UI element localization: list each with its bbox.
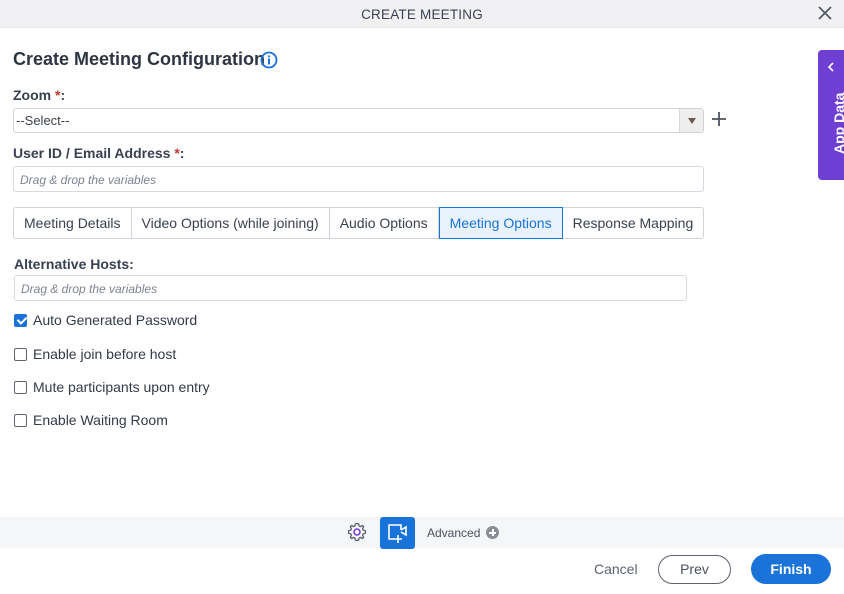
alternative-hosts-label: Alternative Hosts: — [14, 256, 134, 272]
video-add-icon — [388, 524, 407, 543]
checkbox-checked-icon[interactable] — [14, 313, 27, 327]
checkbox-unchecked-icon[interactable] — [14, 413, 27, 427]
plus-circle-icon[interactable] — [486, 526, 499, 539]
chevron-left-icon — [827, 62, 834, 72]
tab-meeting-details[interactable]: Meeting Details — [14, 208, 132, 238]
advanced-link[interactable]: Advanced — [427, 526, 480, 540]
enable-join-before-host-checkbox[interactable]: Enable join before host — [14, 346, 176, 362]
dropdown-arrow-icon[interactable] — [679, 109, 703, 132]
label-suffix: : — [179, 145, 185, 161]
zoom-label-text: Zoom — [13, 87, 52, 103]
user-id-label-text: User ID / Email Address — [13, 145, 171, 161]
dialog-title: CREATE MEETING — [361, 7, 483, 22]
tab-meeting-options[interactable]: Meeting Options — [438, 207, 563, 239]
enable-waiting-room-checkbox[interactable]: Enable Waiting Room — [14, 412, 168, 428]
label-suffix: : — [60, 87, 66, 103]
checkbox-label: Enable join before host — [33, 346, 177, 362]
zoom-select[interactable]: --Select-- — [13, 108, 704, 133]
auto-generated-password-checkbox[interactable]: Auto Generated Password — [14, 312, 197, 328]
app-data-label: App Data — [831, 92, 844, 154]
app-data-panel-toggle[interactable]: App Data — [818, 50, 844, 180]
tab-video-options[interactable]: Video Options (while joining) — [132, 208, 330, 238]
alternative-hosts-input[interactable]: Drag & drop the variables — [14, 275, 687, 301]
tab-bar: Meeting Details Video Options (while joi… — [13, 207, 705, 239]
page-title: Create Meeting Configuration — [13, 49, 266, 69]
zoom-label: Zoom *: — [13, 87, 65, 103]
zoom-select-value: --Select-- — [16, 113, 70, 128]
user-id-placeholder: Drag & drop the variables — [20, 173, 157, 187]
info-icon[interactable] — [260, 51, 278, 69]
mute-participants-checkbox[interactable]: Mute participants upon entry — [14, 379, 210, 395]
checkbox-label: Enable Waiting Room — [33, 412, 168, 428]
tab-audio-options[interactable]: Audio Options — [330, 208, 439, 238]
bottom-toolbar — [0, 517, 844, 548]
tab-response-mapping[interactable]: Response Mapping — [563, 208, 704, 238]
plus-icon[interactable] — [710, 110, 728, 128]
user-id-input[interactable]: Drag & drop the variables — [13, 166, 704, 192]
cancel-button[interactable]: Cancel — [594, 561, 638, 577]
finish-button[interactable]: Finish — [751, 554, 831, 584]
checkbox-label: Mute participants upon entry — [33, 379, 210, 395]
video-add-button[interactable] — [380, 517, 415, 549]
alternative-hosts-placeholder: Drag & drop the variables — [21, 282, 158, 296]
checkbox-unchecked-icon[interactable] — [14, 347, 27, 361]
gear-icon[interactable] — [346, 521, 368, 543]
user-id-label: User ID / Email Address *: — [13, 145, 184, 161]
prev-button[interactable]: Prev — [658, 555, 731, 584]
checkbox-unchecked-icon[interactable] — [14, 380, 27, 394]
dialog-titlebar: CREATE MEETING — [0, 0, 844, 28]
checkbox-label: Auto Generated Password — [33, 312, 198, 328]
close-icon[interactable] — [816, 4, 834, 22]
